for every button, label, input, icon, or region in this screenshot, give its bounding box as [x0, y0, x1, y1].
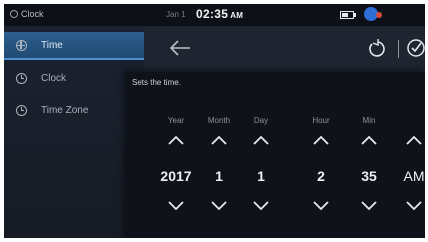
ampm-value: AM — [403, 168, 425, 184]
year-up-button[interactable] — [167, 134, 185, 146]
settings-screen: Clock Jan 1 02:35 AM Time Clock Time Zone — [4, 4, 425, 238]
globe-icon — [16, 39, 27, 51]
minute-down-button[interactable] — [360, 200, 378, 212]
confirm-button[interactable] — [406, 38, 425, 58]
ampm-up-button[interactable] — [405, 134, 423, 146]
status-date: Jan 1 — [166, 10, 186, 19]
header-divider — [398, 40, 399, 58]
clock-icon — [16, 72, 27, 84]
checkmark-circle-icon — [407, 39, 425, 57]
month-down-button[interactable] — [210, 200, 228, 212]
app-name: Clock — [21, 9, 44, 19]
year-down-button[interactable] — [167, 200, 185, 212]
app-indicator: Clock — [10, 9, 44, 19]
chevron-up-icon — [168, 135, 184, 145]
status-time: 02:35 AM — [196, 7, 243, 21]
chevron-down-icon — [361, 201, 377, 211]
picker-label: Hour — [312, 116, 330, 125]
sidebar: Time Clock Time Zone — [4, 26, 144, 238]
month-up-button[interactable] — [210, 134, 228, 146]
minute-value: 35 — [361, 168, 377, 184]
bluetooth-icon — [364, 7, 382, 21]
picker-label: Day — [253, 116, 269, 125]
month-picker: Month 1 — [196, 116, 242, 232]
day-up-button[interactable] — [252, 134, 270, 146]
chevron-up-icon — [253, 135, 269, 145]
month-value: 1 — [215, 168, 223, 184]
chevron-down-icon — [313, 201, 329, 211]
status-time-value: 02:35 — [196, 7, 229, 21]
chevron-down-icon — [168, 201, 184, 211]
chevron-up-icon — [313, 135, 329, 145]
picker-label: Min — [362, 116, 376, 125]
minute-picker: Min 35 — [346, 116, 392, 232]
chevron-up-icon — [361, 135, 377, 145]
hour-picker: Hour 2 — [298, 116, 344, 232]
main-header — [144, 26, 425, 72]
ampm-down-button[interactable] — [405, 200, 423, 212]
sidebar-item-label: Clock — [41, 72, 67, 84]
back-button[interactable] — [168, 38, 192, 58]
chevron-up-icon — [406, 135, 422, 145]
sidebar-item-label: Time Zone — [41, 104, 89, 116]
sidebar-item-time[interactable]: Time — [4, 32, 144, 60]
chevron-down-icon — [406, 201, 422, 211]
sidebar-item-time-zone[interactable]: Time Zone — [4, 96, 144, 124]
chevron-up-icon — [211, 135, 227, 145]
hour-down-button[interactable] — [312, 200, 330, 212]
sidebar-item-label: Time — [41, 39, 63, 51]
undo-icon — [369, 39, 385, 57]
status-bar: Clock Jan 1 02:35 AM — [4, 4, 425, 26]
back-arrow-icon — [169, 40, 190, 56]
set-time-popup: Sets the time. Year 2017 Month 1 Day 1 H… — [126, 72, 425, 238]
day-value: 1 — [257, 168, 265, 184]
clock-app-icon — [10, 10, 18, 18]
picker-label: Month — [207, 116, 231, 125]
hour-value: 2 — [317, 168, 325, 184]
minute-up-button[interactable] — [360, 134, 378, 146]
status-time-ampm: AM — [230, 11, 244, 20]
clock-icon — [16, 104, 27, 116]
hour-up-button[interactable] — [312, 134, 330, 146]
day-picker: Day 1 — [238, 116, 284, 232]
ampm-picker: AM — [392, 116, 425, 232]
popup-title: Sets the time. — [132, 78, 181, 87]
chevron-down-icon — [211, 201, 227, 211]
chevron-down-icon — [253, 201, 269, 211]
sidebar-item-clock[interactable]: Clock — [4, 64, 144, 92]
day-down-button[interactable] — [252, 200, 270, 212]
reset-button[interactable] — [366, 38, 386, 58]
battery-icon — [340, 11, 356, 19]
